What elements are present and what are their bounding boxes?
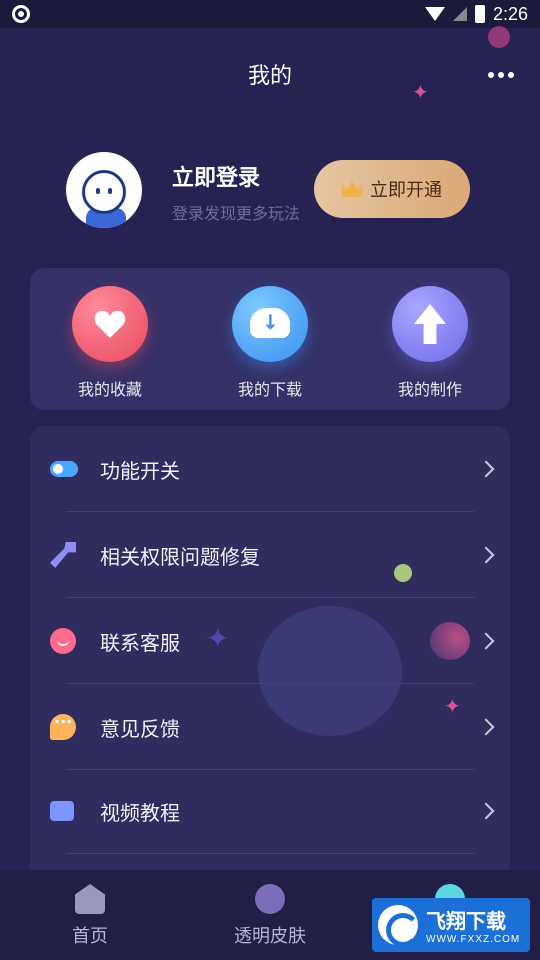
customer-service-icon <box>50 628 76 654</box>
watermark-text: 飞翔下载 WWW.FXXZ.COM <box>426 905 520 945</box>
vip-button-label: 立即开通 <box>370 180 442 201</box>
watermark-name: 飞翔下载 <box>426 909 506 933</box>
tab-transparent-skin[interactable]: 透明皮肤 <box>180 870 360 960</box>
menu-item-label: 意见反馈 <box>100 716 180 741</box>
watermark-icon <box>378 905 420 947</box>
quick-actions-card: 我的收藏 我的下载 我的制作 <box>30 268 510 410</box>
quick-action-creations[interactable]: 我的制作 <box>370 286 490 400</box>
chevron-right-icon <box>477 546 495 564</box>
dot-icon <box>498 72 504 78</box>
menu-item-label: 相关权限问题修复 <box>100 544 260 569</box>
creations-circle <box>392 286 468 362</box>
avatar[interactable] <box>66 152 142 228</box>
menu-item-permission-fix[interactable]: 相关权限问题修复 <box>30 512 510 598</box>
quick-action-label: 我的下载 <box>237 380 302 399</box>
status-time: 2:26 <box>492 3 528 24</box>
dot-icon <box>508 72 514 78</box>
toggle-icon <box>50 461 78 477</box>
crown-icon <box>342 181 362 197</box>
more-options-button[interactable] <box>488 72 514 78</box>
menu-item-label: 联系客服 <box>100 630 180 655</box>
watermark-url: WWW.FXXZ.COM <box>426 934 521 945</box>
star-decoration: ✦ <box>412 80 429 104</box>
login-title[interactable]: 立即登录 <box>172 160 260 192</box>
tab-label: 首页 <box>72 926 108 947</box>
quick-action-label: 我的收藏 <box>77 380 142 399</box>
upload-arrow-icon <box>414 304 446 344</box>
video-icon <box>50 801 74 821</box>
vip-open-button[interactable]: 立即开通 <box>314 160 470 218</box>
menu-item-label: 功能开关 <box>100 458 180 483</box>
tab-home[interactable]: 首页 <box>0 870 180 960</box>
menu-item-feedback[interactable]: 意见反馈 <box>30 684 510 770</box>
quick-action-label: 我的制作 <box>397 380 462 399</box>
menu-item-label: 视频教程 <box>100 800 180 825</box>
app-status-icon <box>12 5 30 23</box>
tab-label: 透明皮肤 <box>234 926 306 947</box>
no-signal-icon <box>452 7 467 21</box>
status-bar: 2:26 <box>0 0 540 28</box>
feedback-icon <box>50 712 76 740</box>
skin-icon <box>255 884 285 914</box>
chevron-right-icon <box>477 632 495 650</box>
divider <box>66 853 474 854</box>
cloud-download-icon <box>250 308 290 338</box>
page-title: 我的 <box>247 64 292 89</box>
battery-icon <box>474 5 485 23</box>
wifi-icon <box>424 7 445 21</box>
menu-item-feature-switch[interactable]: 功能开关 <box>30 426 510 512</box>
avatar-face <box>82 170 126 214</box>
avatar-eye <box>108 188 112 194</box>
login-subtitle: 登录发现更多玩法 <box>172 204 301 223</box>
page-header: 我的 ✦ <box>0 28 540 118</box>
heart-icon <box>94 310 126 338</box>
downloads-circle <box>232 286 308 362</box>
avatar-eye <box>96 188 100 194</box>
dot-icon <box>488 72 494 78</box>
menu-item-video-tutorial[interactable]: 视频教程 <box>30 768 510 854</box>
home-icon <box>75 884 105 914</box>
chevron-right-icon <box>477 802 495 820</box>
status-right: 2:26 <box>424 3 528 25</box>
quick-action-downloads[interactable]: 我的下载 <box>210 286 330 400</box>
profile-section: 立即登录 登录发现更多玩法 立即开通 <box>66 152 486 230</box>
menu-item-customer-service[interactable]: 联系客服 <box>30 598 510 684</box>
favorites-circle <box>72 286 148 362</box>
chevron-right-icon <box>477 460 495 478</box>
quick-action-favorites[interactable]: 我的收藏 <box>50 286 170 400</box>
settings-menu: ✦ ✦ 功能开关 相关权限问题修复 联系客服 意见反馈 视频教程 <box>30 426 510 906</box>
watermark-logo: 飞翔下载 WWW.FXXZ.COM <box>372 898 530 952</box>
chevron-right-icon <box>477 718 495 736</box>
wrench-icon <box>50 542 76 568</box>
